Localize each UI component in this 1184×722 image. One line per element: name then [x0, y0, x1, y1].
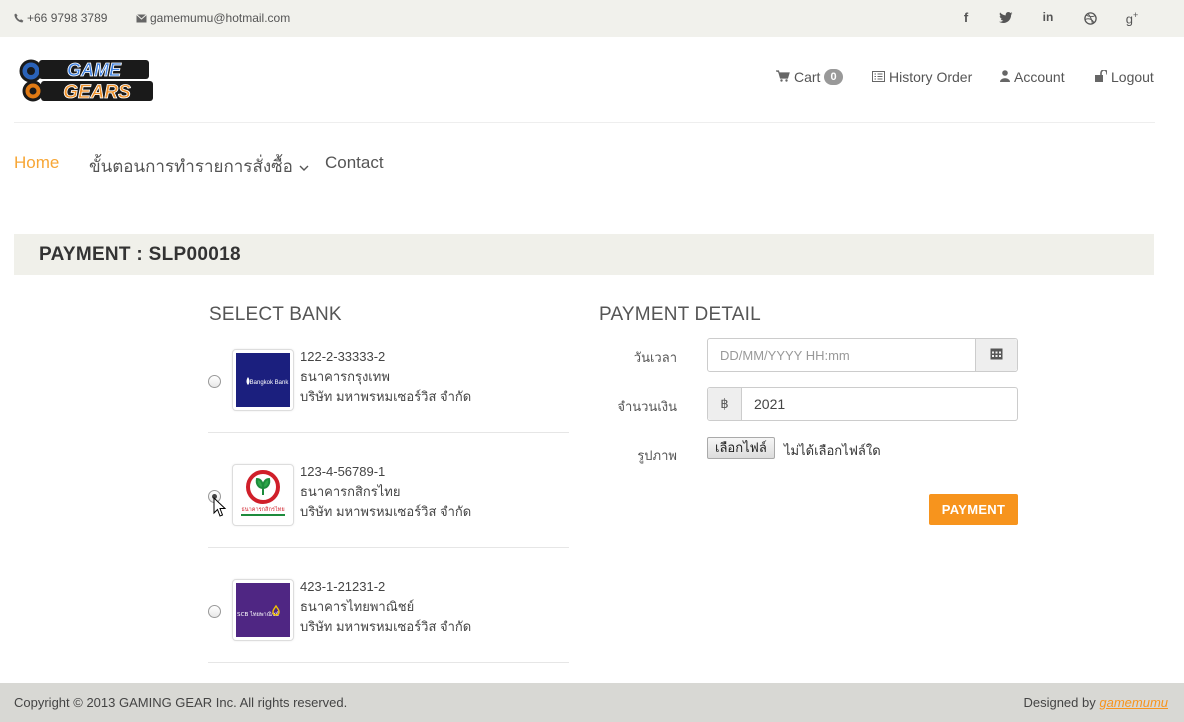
bank-logo-kasikorn: ธนาคารกสิกรไทย	[232, 464, 294, 526]
amount-label: จำนวนเงิน	[617, 399, 677, 414]
phone-contact: +66 9798 3789	[14, 11, 107, 25]
chevron-down-icon	[299, 157, 309, 177]
bank-radio[interactable]	[208, 375, 221, 388]
bank-account-number: 123-4-56789-1	[300, 464, 386, 479]
bank-logo-bangkok: Bangkok Bank	[232, 349, 294, 411]
bank-name: ธนาคารกรุงเทพ	[300, 369, 390, 384]
bank-logo-scb: SCB ไทยพาณิชย์	[232, 579, 294, 641]
phone-text: +66 9798 3789	[27, 11, 108, 25]
game-gears-logo[interactable]: GAME GEARS	[15, 57, 153, 103]
image-label: รูปภาพ	[637, 448, 677, 463]
svg-text:GEARS: GEARS	[63, 82, 131, 103]
envelope-icon	[136, 13, 147, 23]
bank-logo-text: Bangkok Bank	[250, 380, 290, 386]
nav-contact[interactable]: Contact	[325, 153, 384, 173]
amount-value: 2021	[754, 396, 786, 412]
choose-file-button[interactable]: เลือกไฟล์	[707, 437, 775, 459]
datetime-label: วันเวลา	[633, 350, 677, 365]
bank-radio[interactable]	[208, 605, 221, 618]
logout-label: Logout	[1111, 69, 1154, 85]
cart-label: Cart	[794, 69, 821, 85]
top-bar: +66 9798 3789 gamemumu@hotmail.com f in …	[0, 0, 1184, 37]
history-order-link[interactable]: History Order	[872, 69, 972, 85]
bank-name: ธนาคารไทยพาณิชย์	[300, 599, 415, 614]
cart-count-badge: 0	[824, 69, 843, 85]
nav-order-steps[interactable]: ขั้นตอนการทำรายการสั่งซื้อ	[89, 153, 309, 180]
mouse-cursor-icon	[213, 496, 227, 523]
account-link[interactable]: Account	[1000, 69, 1065, 85]
cart-link[interactable]: Cart 0	[776, 69, 843, 85]
page-title: PAYMENT : SLP00018	[39, 244, 241, 265]
copyright-text: Copyright © 2013 GAMING GEAR Inc. All ri…	[14, 695, 348, 710]
facebook-icon[interactable]: f	[958, 10, 974, 26]
linkedin-icon[interactable]: in	[1040, 10, 1056, 26]
account-label: Account	[1014, 69, 1065, 85]
svg-text:GAME: GAME	[67, 60, 122, 80]
file-status-text: ไม่ได้เลือกไฟล์ใด	[784, 443, 881, 458]
amount-input[interactable]: ฿ 2021	[707, 387, 1018, 421]
logout-link[interactable]: Logout	[1095, 69, 1154, 85]
calendar-icon	[990, 347, 1003, 363]
payment-submit-button[interactable]: PAYMENT	[929, 494, 1018, 525]
history-order-label: History Order	[889, 69, 973, 85]
bank-name: ธนาคารกสิกรไทย	[300, 484, 401, 499]
payment-detail-heading: PAYMENT DETAIL	[599, 304, 761, 325]
list-alt-icon	[872, 69, 885, 85]
currency-addon: ฿	[708, 388, 742, 420]
bank-company: บริษัท มหาพรหมเซอร์วิส จำกัด	[300, 619, 472, 634]
bank-option: SCB ไทยพาณิชย์ 423-1-21231-2 ธนาคารไทยพา…	[208, 548, 569, 663]
datetime-input[interactable]: DD/MM/YYYY HH:mm	[707, 338, 1018, 372]
bank-company: บริษัท มหาพรหมเซอร์วิส จำกัด	[300, 504, 472, 519]
bank-company: บริษัท มหาพรหมเซอร์วิส จำกัด	[300, 389, 472, 404]
email-text[interactable]: gamemumu@hotmail.com	[150, 11, 290, 25]
email-contact[interactable]: gamemumu@hotmail.com	[136, 11, 290, 25]
bank-logo-text: ธนาคารกสิกรไทย	[241, 506, 284, 513]
designed-by: Designed by gamemumu	[1023, 695, 1168, 710]
bank-account-number: 423-1-21231-2	[300, 579, 386, 594]
page-title-band: PAYMENT : SLP00018	[14, 234, 1154, 275]
twitter-icon[interactable]	[998, 10, 1014, 26]
bank-account-number: 122-2-33333-2	[300, 349, 386, 364]
unlock-icon	[1095, 69, 1108, 85]
nav-order-steps-label: ขั้นตอนการทำรายการสั่งซื้อ	[89, 157, 293, 176]
nav-home[interactable]: Home	[14, 153, 59, 173]
user-icon	[1000, 69, 1010, 85]
phone-icon	[14, 13, 24, 23]
google-plus-icon[interactable]: g+	[1124, 10, 1140, 26]
datetime-placeholder: DD/MM/YYYY HH:mm	[720, 348, 850, 363]
dribbble-icon[interactable]	[1082, 10, 1098, 26]
calendar-button[interactable]	[975, 339, 1017, 371]
bank-option: Bangkok Bank 122-2-33333-2 ธนาคารกรุงเทพ…	[208, 318, 569, 433]
designed-by-label: Designed by	[1023, 695, 1096, 710]
header-divider	[14, 122, 1155, 123]
bank-option: ธนาคารกสิกรไทย 123-4-56789-1 ธนาคารกสิกร…	[208, 433, 569, 548]
shopping-cart-icon	[776, 69, 790, 85]
footer: Copyright © 2013 GAMING GEAR Inc. All ri…	[0, 683, 1184, 722]
designer-link[interactable]: gamemumu	[1099, 695, 1168, 710]
